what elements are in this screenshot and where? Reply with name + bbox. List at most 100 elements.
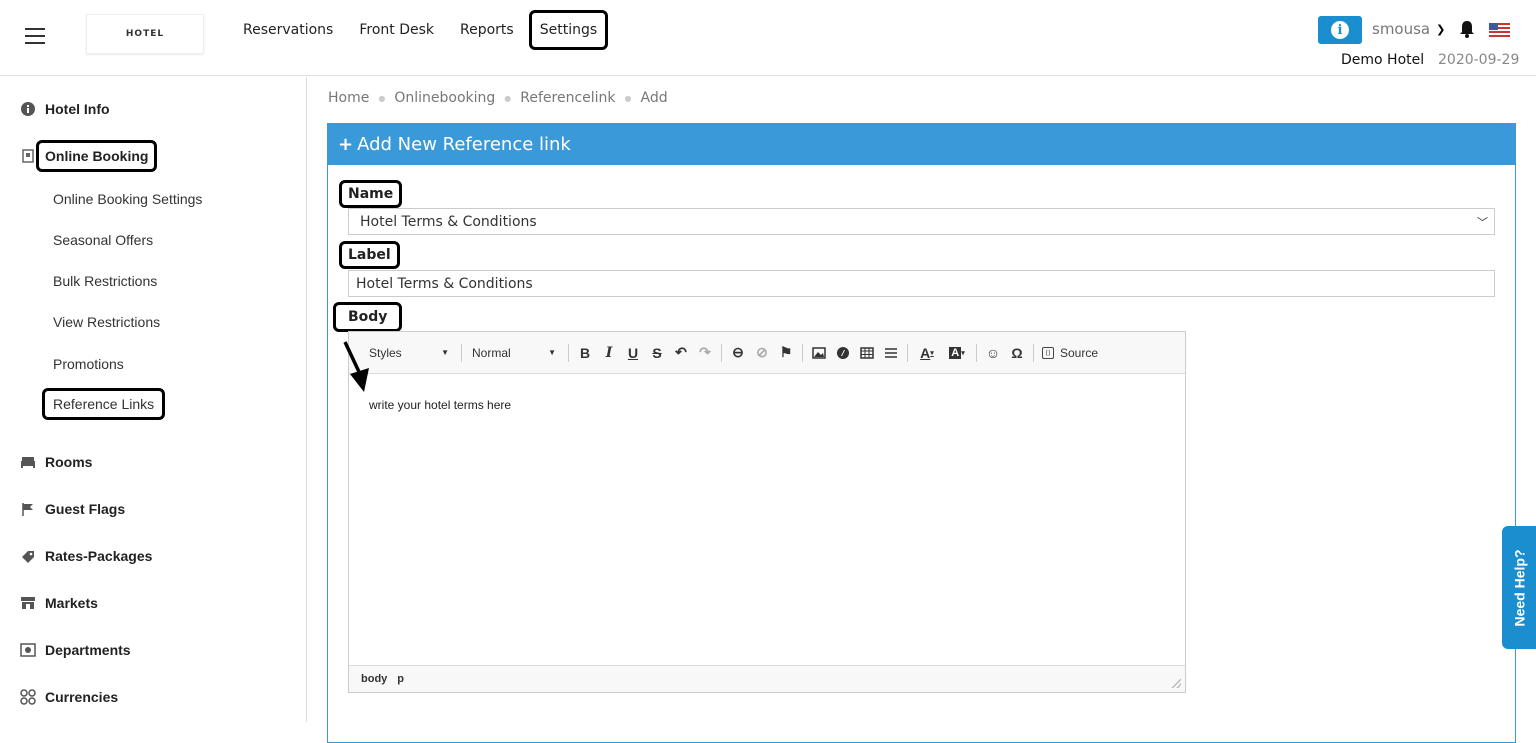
breadcrumb-onlinebooking[interactable]: Onlinebooking — [394, 90, 495, 106]
top-header: HOTEL Reservations Front Desk Reports Se… — [0, 0, 1536, 76]
image-icon[interactable] — [807, 342, 831, 364]
sidebar-item-rates-packages[interactable]: Rates-Packages — [20, 548, 152, 564]
text-color-icon[interactable]: A ▾ — [912, 342, 942, 364]
breadcrumb: Home ● Onlinebooking ● Referencelink ● A… — [328, 90, 668, 106]
info-icon: i — [1331, 21, 1349, 39]
format-label: Normal — [472, 345, 511, 360]
toolbar-separator — [976, 343, 977, 362]
us-flag-icon[interactable] — [1489, 23, 1510, 37]
sidebar-item-hotel-info[interactable]: Hotel Info — [20, 101, 110, 117]
sidebar-sub-view-restrictions[interactable]: View Restrictions — [53, 314, 160, 330]
sidebar-item-label: Guest Flags — [45, 501, 126, 517]
coins-icon — [20, 689, 36, 705]
flash-icon[interactable] — [831, 342, 855, 364]
underline-icon[interactable]: U — [621, 342, 645, 364]
sidebar-item-departments[interactable]: Departments — [20, 642, 131, 658]
bookmark-icon — [20, 148, 36, 164]
nav-front-desk[interactable]: Front Desk — [348, 10, 445, 50]
format-dropdown[interactable]: Normal ▼ — [472, 346, 556, 360]
undo-icon[interactable]: ↶ — [669, 342, 693, 364]
info-circle-icon — [20, 101, 36, 117]
breadcrumb-separator: ● — [624, 93, 632, 103]
panel-header: + Add New Reference link — [328, 124, 1515, 165]
hotel-logo[interactable]: HOTEL — [86, 14, 204, 54]
sidebar-item-rooms[interactable]: Rooms — [20, 454, 92, 470]
annotation-arrow-icon — [343, 341, 369, 392]
toolbar-separator — [721, 343, 722, 362]
body-label: Body — [333, 302, 403, 332]
horizontal-rule-icon[interactable] — [879, 342, 903, 364]
sidebar-item-label: Rooms — [45, 454, 93, 470]
sidebar-sub-label: Reference Links — [42, 388, 166, 420]
redo-icon[interactable]: ↷ — [693, 342, 717, 364]
name-label: Name — [339, 180, 403, 208]
bold-icon[interactable]: B — [573, 342, 597, 364]
breadcrumb-separator: ● — [378, 93, 386, 103]
unlink-icon[interactable]: ⊘ — [750, 342, 774, 364]
chevron-down-icon: ❯ — [1436, 22, 1446, 36]
nav-reports[interactable]: Reports — [449, 10, 525, 50]
source-icon: ⟨⟩ — [1042, 346, 1054, 359]
sidebar-item-currencies[interactable]: Currencies — [20, 689, 118, 705]
breadcrumb-referencelink[interactable]: Referencelink — [520, 90, 615, 106]
logo-text: HOTEL — [125, 29, 165, 39]
plus-icon: + — [338, 134, 354, 155]
flag-icon — [20, 501, 36, 517]
sidebar-item-label: Markets — [45, 595, 98, 611]
sidebar-sub-promotions[interactable]: Promotions — [53, 356, 124, 372]
table-icon[interactable] — [855, 342, 879, 364]
sidebar-sub-online-booking-settings[interactable]: Online Booking Settings — [53, 191, 202, 207]
hamburger-menu-icon[interactable] — [25, 28, 45, 44]
sidebar-sub-seasonal-offers[interactable]: Seasonal Offers — [53, 232, 153, 248]
sidebar-item-label: Departments — [45, 642, 131, 658]
special-char-icon[interactable]: Ω — [1005, 342, 1029, 364]
caret-down-icon: ▼ — [441, 348, 449, 357]
styles-dropdown[interactable]: Styles ▼ — [369, 346, 449, 360]
source-label: Source — [1060, 345, 1099, 360]
user-menu[interactable]: smousa ❯ — [1372, 20, 1445, 38]
breadcrumb-separator: ● — [504, 93, 512, 103]
label-label: Label — [339, 241, 400, 269]
nav-reservations[interactable]: Reservations — [232, 10, 344, 50]
link-icon[interactable]: ⊖ — [726, 342, 750, 364]
name-select[interactable]: Hotel Terms & Conditions ﹀ — [348, 208, 1495, 235]
background-color-icon[interactable]: A ▾ — [942, 342, 972, 364]
tag-icon — [20, 548, 36, 564]
path-body[interactable]: body — [361, 673, 387, 685]
bell-icon[interactable] — [1458, 19, 1476, 39]
caret-down-icon: ▼ — [548, 348, 556, 357]
sidebar-sub-reference-links[interactable]: Reference Links — [42, 388, 166, 420]
sidebar-item-label: Currencies — [45, 689, 119, 705]
smiley-icon[interactable]: ☺ — [981, 342, 1005, 364]
rich-text-editor: Styles ▼ Normal ▼ B I U S ↶ ↷ ⊖ ⊘ ⚑ A ▾ A ▾ … — [348, 331, 1186, 693]
need-help-tab[interactable]: Need Help? — [1502, 526, 1536, 649]
toolbar-separator — [907, 343, 908, 362]
resize-grip-icon[interactable] — [1171, 678, 1181, 688]
money-icon — [20, 642, 36, 658]
editor-statusbar: body p — [349, 665, 1185, 692]
sidebar-item-label: Hotel Info — [45, 101, 110, 117]
label-input[interactable]: Hotel Terms & Conditions — [348, 270, 1495, 297]
breadcrumb-home[interactable]: Home — [328, 90, 369, 106]
italic-icon[interactable]: I — [597, 342, 621, 364]
anchor-flag-icon[interactable]: ⚑ — [774, 342, 798, 364]
bed-icon — [20, 454, 36, 470]
username: smousa — [1372, 20, 1431, 38]
sidebar-item-markets[interactable]: Markets — [20, 595, 98, 611]
sidebar-item-guest-flags[interactable]: Guest Flags — [20, 501, 125, 517]
editor-toolbar: Styles ▼ Normal ▼ B I U S ↶ ↷ ⊖ ⊘ ⚑ A ▾ A ▾ … — [349, 332, 1185, 374]
store-icon — [20, 595, 36, 611]
sidebar-item-online-booking[interactable]: Online Booking — [20, 140, 158, 172]
name-select-value: Hotel Terms & Conditions — [360, 213, 537, 230]
info-button[interactable]: i — [1318, 16, 1362, 44]
editor-content[interactable]: write your hotel terms here — [369, 398, 511, 412]
sidebar-sub-bulk-restrictions[interactable]: Bulk Restrictions — [53, 273, 157, 289]
path-p[interactable]: p — [397, 673, 404, 685]
toolbar-separator — [1033, 343, 1034, 362]
strikethrough-icon[interactable]: S — [645, 342, 669, 364]
nav-settings[interactable]: Settings — [528, 10, 609, 50]
label-input-value: Hotel Terms & Conditions — [356, 275, 533, 292]
need-help-label: Need Help? — [1511, 548, 1528, 627]
source-button[interactable]: ⟨⟩ Source — [1042, 346, 1098, 360]
hotel-name: Demo Hotel — [1341, 52, 1425, 68]
